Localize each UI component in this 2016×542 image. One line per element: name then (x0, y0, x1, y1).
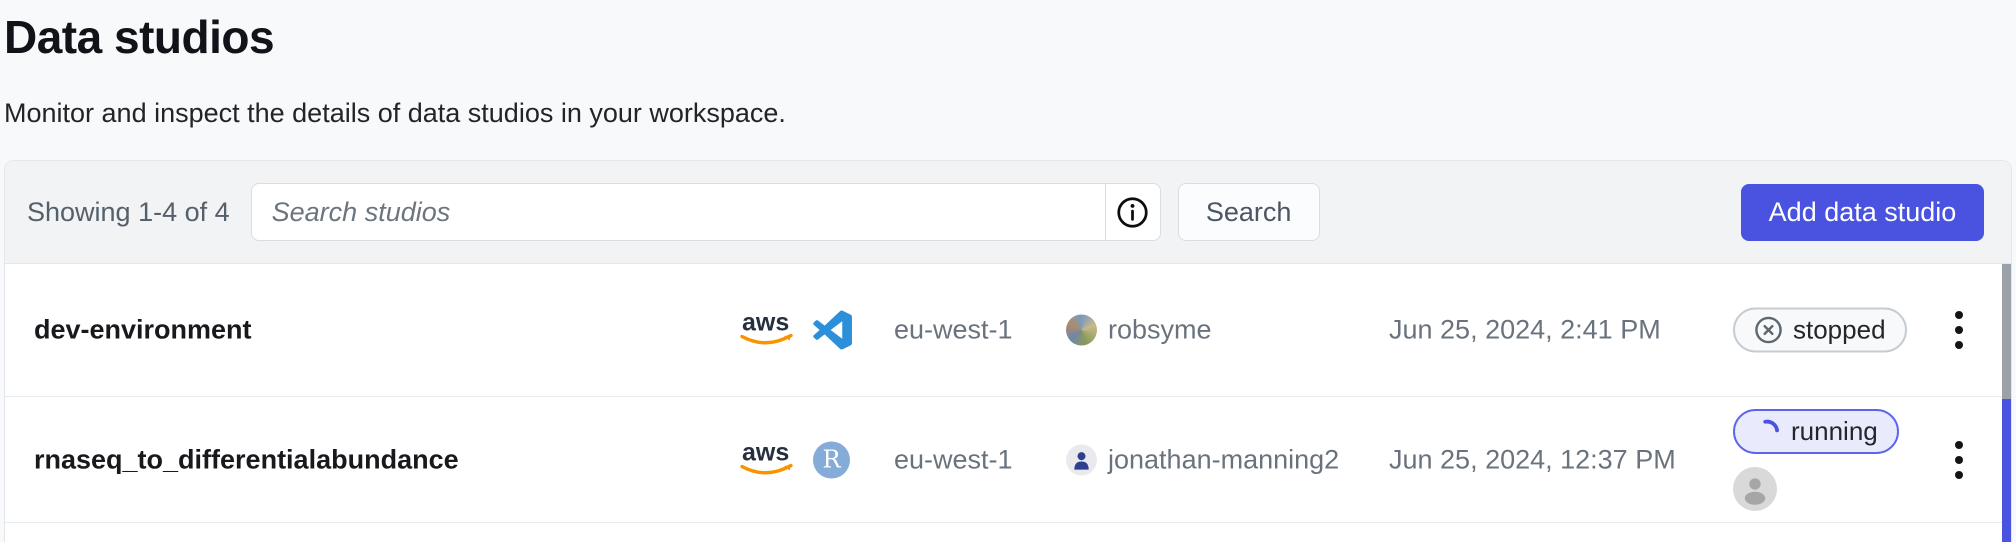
info-circle-icon (1116, 196, 1149, 229)
scrollbar-segment[interactable] (2002, 399, 2011, 542)
status-badge: stopped (1733, 308, 1907, 353)
platform-icons: aws R (736, 436, 850, 483)
scrollbar-thumb[interactable] (2002, 264, 2011, 399)
table-row-dev-environment[interactable]: dev-environment aws eu-west-1 robsyme Ju… (5, 264, 2011, 397)
search-info-addon[interactable] (1106, 183, 1161, 241)
user-avatar (1066, 444, 1097, 475)
rstudio-icon: R (813, 441, 850, 478)
gray-placeholder-avatar (1733, 467, 1777, 511)
kebab-menu-icon (1955, 311, 1963, 349)
aws-logo-icon: aws (736, 436, 802, 483)
region-label: eu-west-1 (894, 315, 1013, 346)
row-menu-button[interactable] (1949, 435, 1969, 485)
showing-count-label: Showing 1-4 of 4 (27, 197, 230, 228)
search-input-group (251, 183, 1161, 241)
status-badge: running (1733, 409, 1899, 454)
studio-name[interactable]: rnaseq_to_differentialabundance (34, 444, 459, 475)
status-badge-label: stopped (1793, 315, 1886, 346)
row-menu-button[interactable] (1949, 305, 1969, 355)
platform-icons: aws (736, 307, 852, 354)
user-cell: robsyme (1066, 315, 1212, 346)
toolbar: Showing 1-4 of 4 Search Add data studio (5, 161, 2011, 264)
date-label: Jun 25, 2024, 2:41 PM (1389, 315, 1661, 346)
stopped-circle-x-icon (1754, 316, 1783, 345)
user-name: jonathan-manning2 (1108, 444, 1339, 475)
region-label: eu-west-1 (894, 444, 1013, 475)
table-row-rnaseq-to-differentialabundance[interactable]: rnaseq_to_differentialabundance aws R eu… (5, 397, 2011, 523)
svg-text:aws: aws (742, 438, 789, 466)
date-label: Jun 25, 2024, 12:37 PM (1389, 444, 1676, 475)
status-cell: running (1733, 409, 1899, 511)
status-cell: stopped (1733, 308, 1907, 353)
user-cell: jonathan-manning2 (1066, 444, 1339, 475)
kebab-menu-icon (1955, 441, 1963, 479)
status-stack: running (1733, 409, 1899, 511)
user-name: robsyme (1108, 315, 1212, 346)
status-badge-label: running (1791, 416, 1878, 447)
studio-name[interactable]: dev-environment (34, 315, 252, 346)
add-data-studio-button[interactable]: Add data studio (1741, 184, 1984, 241)
table-row-partial (5, 523, 2011, 542)
search-input[interactable] (251, 183, 1106, 241)
spinner-icon (1754, 418, 1781, 445)
svg-text:aws: aws (742, 309, 789, 337)
page-title: Data studios (4, 10, 274, 64)
search-button[interactable]: Search (1178, 183, 1320, 241)
aws-logo-icon: aws (736, 307, 802, 354)
page-subtitle: Monitor and inspect the details of data … (4, 98, 786, 129)
data-studios-panel: Showing 1-4 of 4 Search Add data studio … (4, 160, 2012, 542)
vscode-icon (813, 311, 852, 350)
user-avatar (1066, 315, 1097, 346)
